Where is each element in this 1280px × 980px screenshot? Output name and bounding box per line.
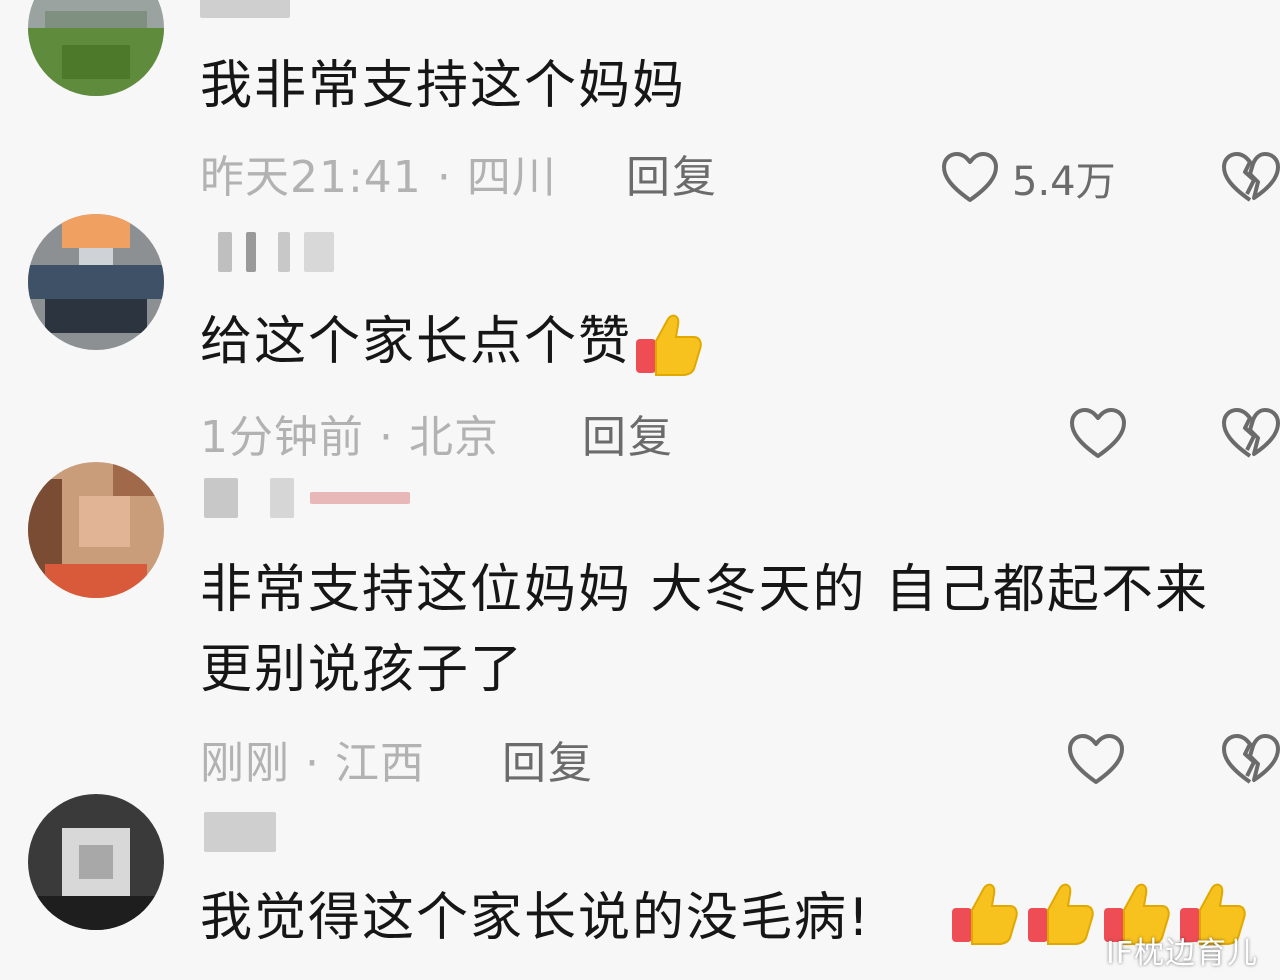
comment-text-body: 给这个家长点个赞 (200, 312, 633, 372)
broken-heart-icon (1222, 734, 1280, 784)
like-button[interactable] (1068, 406, 1128, 462)
comment-meta: 1分钟前 · 北京 (200, 410, 499, 466)
like-button[interactable] (1066, 732, 1126, 788)
avatar[interactable] (28, 794, 164, 930)
broken-heart-icon (1222, 152, 1280, 202)
comment-text-line: 更别说孩子了 (200, 640, 525, 700)
username[interactable] (200, 0, 350, 18)
like-button[interactable]: 5.4万 (940, 150, 1116, 206)
watermark: IF枕边育儿 (1105, 936, 1258, 971)
broken-heart-icon (1222, 408, 1280, 458)
comment-text: 给这个家长点个赞 (200, 302, 1260, 382)
thumbs-up-emoji (952, 883, 1018, 945)
username[interactable] (200, 478, 410, 518)
reply-button[interactable]: 回复 (582, 410, 674, 466)
heart-outline-icon (1070, 408, 1126, 458)
comment-meta: 昨天21:41 · 四川 (200, 150, 557, 206)
comment-text: 非常支持这位妈妈 大冬天的 自己都起不来 更别说孩子了 (200, 550, 1260, 710)
comment-time: 1分钟前 (200, 412, 364, 463)
avatar[interactable] (28, 0, 164, 96)
separator: · (436, 152, 452, 203)
dislike-button[interactable] (1220, 732, 1280, 788)
avatar[interactable] (28, 214, 164, 350)
reply-button[interactable]: 回复 (626, 150, 718, 206)
comment-time: 昨天21:41 (200, 152, 422, 203)
like-count: 5.4万 (1012, 159, 1116, 205)
comment-text: 我非常支持这个妈妈 (200, 56, 687, 116)
avatar[interactable] (28, 462, 164, 598)
comment-text-line: 非常支持这位妈妈 大冬天的 自己都起不来 (200, 560, 1210, 620)
username[interactable] (200, 812, 350, 852)
separator: · (305, 738, 320, 789)
dislike-button[interactable] (1220, 406, 1280, 462)
comment-meta: 刚刚 · 江西 (200, 736, 425, 792)
thumbs-up-emoji (636, 314, 702, 376)
dislike-button[interactable] (1220, 150, 1280, 206)
thumbs-up-emoji (1028, 883, 1094, 945)
heart-outline-icon (1068, 734, 1124, 784)
heart-outline-icon (942, 152, 998, 202)
comment-time: 刚刚 (200, 738, 290, 789)
comment-text-body: 我觉得这个家长说的没毛病! (200, 888, 871, 948)
username[interactable] (200, 232, 350, 272)
reply-button[interactable]: 回复 (502, 736, 594, 792)
comment-location: 北京 (409, 412, 499, 463)
comment-location: 四川 (466, 152, 557, 203)
separator: · (379, 412, 394, 463)
comment-location: 江西 (335, 738, 425, 789)
